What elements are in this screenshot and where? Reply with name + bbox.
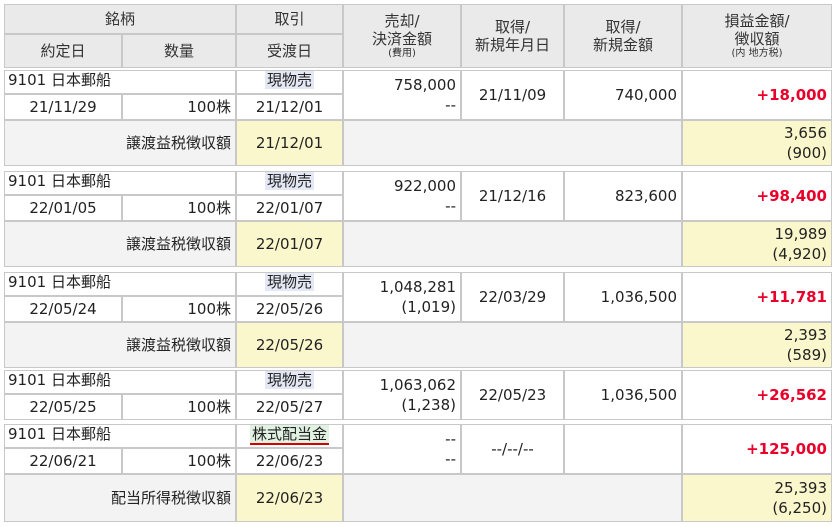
row5-sell: -- --: [343, 424, 461, 474]
row5-tax-date: 22/06/23: [236, 474, 343, 522]
row1-contract-date: 21/11/29: [4, 94, 122, 120]
row5-tax-amount: 25,393 (6,250): [682, 474, 832, 522]
header-acq-amount: 取得/新規金額: [564, 4, 682, 68]
row3-delivery-date: 22/05/26: [236, 296, 343, 322]
row2-tax-blank: [343, 221, 682, 267]
row1-tax-date: 21/12/01: [236, 120, 343, 166]
dividend-badge: 株式配当金: [249, 425, 329, 445]
row3-quantity: 100株: [122, 296, 236, 322]
row5-tax-label: 配当所得税徴収額: [4, 474, 236, 522]
row1-name: 9101 日本郵船: [4, 70, 236, 94]
trade-history-table: 銘柄 取引 売却/決済金額 (費用) 取得/新規年月日 取得/新規金額 損益金額/…: [0, 0, 835, 527]
header-brand: 銘柄: [4, 4, 236, 34]
row3-name: 9101 日本郵船: [4, 272, 236, 296]
row5-tax-blank: [343, 474, 682, 522]
row1-tax-blank: [343, 120, 682, 166]
row5-delivery-date: 22/06/23: [236, 448, 343, 474]
row3-acq-date: 22/03/29: [461, 272, 564, 322]
row3-sell: 1,048,281 (1,019): [343, 272, 461, 322]
row4-acq-amount: 1,036,500: [564, 370, 682, 420]
row2-tax-date: 22/01/07: [236, 221, 343, 267]
row2-tax-label: 譲渡益税徴収額: [4, 221, 236, 267]
row5-name: 9101 日本郵船: [4, 424, 236, 448]
row4-sell: 1,063,062 (1,238): [343, 370, 461, 420]
header-contract-date: 約定日: [4, 34, 122, 68]
trade-type-badge: 現物売: [264, 172, 314, 190]
row1-acq-amount: 740,000: [564, 70, 682, 120]
row1-acq-date: 21/11/09: [461, 70, 564, 120]
row2-acq-date: 21/12/16: [461, 171, 564, 221]
header-trade: 取引: [236, 4, 343, 34]
row3-trade: 現物売: [236, 272, 343, 296]
row2-name: 9101 日本郵船: [4, 171, 236, 195]
row2-acq-amount: 823,600: [564, 171, 682, 221]
trade-type-badge: 現物売: [264, 71, 314, 89]
trade-type-badge: 現物売: [264, 273, 314, 291]
row5-acq-amount: [564, 424, 682, 474]
header-delivery-date: 受渡日: [236, 34, 343, 68]
trade-type-badge: 現物売: [264, 371, 314, 389]
row5-acq-date: --/--/--: [461, 424, 564, 474]
header-acq-date: 取得/新規年月日: [461, 4, 564, 68]
row4-pl: +26,562: [682, 370, 832, 420]
row3-acq-amount: 1,036,500: [564, 272, 682, 322]
row1-delivery-date: 21/12/01: [236, 94, 343, 120]
header-sell-amount: 売却/決済金額 (費用): [343, 4, 461, 68]
row2-trade: 現物売: [236, 171, 343, 195]
header-pl: 損益金額/徴収額 (内 地方税): [682, 4, 832, 68]
row4-quantity: 100株: [122, 394, 236, 420]
header-quantity: 数量: [122, 34, 236, 68]
row2-quantity: 100株: [122, 195, 236, 221]
row1-quantity: 100株: [122, 94, 236, 120]
row4-contract-date: 22/05/25: [4, 394, 122, 420]
row3-tax-blank: [343, 322, 682, 368]
row2-sell: 922,000 --: [343, 171, 461, 221]
row3-contract-date: 22/05/24: [4, 296, 122, 322]
row2-delivery-date: 22/01/07: [236, 195, 343, 221]
row4-acq-date: 22/05/23: [461, 370, 564, 420]
row1-pl: +18,000: [682, 70, 832, 120]
row1-tax-label: 譲渡益税徴収額: [4, 120, 236, 166]
row1-trade: 現物売: [236, 70, 343, 94]
row1-sell: 758,000 --: [343, 70, 461, 120]
row5-contract-date: 22/06/21: [4, 448, 122, 474]
row3-pl: +11,781: [682, 272, 832, 322]
row4-name: 9101 日本郵船: [4, 370, 236, 394]
row2-pl: +98,400: [682, 171, 832, 221]
row2-tax-amount: 19,989 (4,920): [682, 221, 832, 267]
row4-delivery-date: 22/05/27: [236, 394, 343, 420]
row5-quantity: 100株: [122, 448, 236, 474]
row5-pl: +125,000: [682, 424, 832, 474]
row5-trade: 株式配当金: [236, 424, 343, 448]
row3-tax-date: 22/05/26: [236, 322, 343, 368]
row3-tax-amount: 2,393 (589): [682, 322, 832, 368]
row2-contract-date: 22/01/05: [4, 195, 122, 221]
row1-tax-amount: 3,656 (900): [682, 120, 832, 166]
row4-trade: 現物売: [236, 370, 343, 394]
row3-tax-label: 譲渡益税徴収額: [4, 322, 236, 368]
